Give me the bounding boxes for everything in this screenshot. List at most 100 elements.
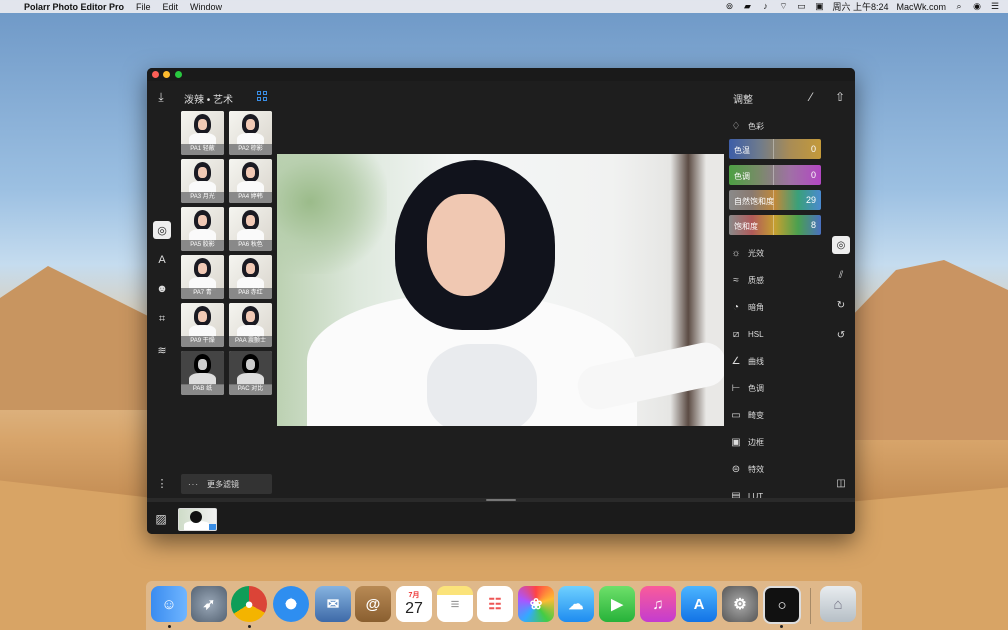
- download-icon[interactable]: ⤓: [153, 89, 169, 105]
- safari-icon[interactable]: ✦: [273, 586, 309, 622]
- spotlight-icon[interactable]: ⌕: [954, 2, 964, 11]
- category-border[interactable]: ▣ 边框: [730, 435, 764, 449]
- filter-label: PAB 纸: [181, 384, 224, 395]
- history-icon[interactable]: ↻: [832, 296, 850, 314]
- photo-canvas[interactable]: [277, 154, 724, 426]
- filter-thumb[interactable]: PA5 胶影: [181, 207, 224, 251]
- close-button[interactable]: [152, 71, 159, 78]
- app-store-icon[interactable]: A: [681, 586, 717, 622]
- menu-window[interactable]: Window: [190, 2, 222, 12]
- filter-thumb[interactable]: PA8 赤红: [229, 255, 272, 299]
- more-filters-label: 更多滤镜: [207, 479, 239, 489]
- compare-icon[interactable]: ◫: [832, 474, 850, 492]
- crop-tool-icon[interactable]: ⌗: [153, 310, 171, 328]
- slider-name: 色温: [734, 146, 750, 155]
- trash-icon[interactable]: ⌂: [820, 586, 856, 622]
- filmstrip-thumbnail[interactable]: [178, 508, 217, 531]
- photos-icon[interactable]: ❀: [518, 586, 554, 622]
- launchpad-icon[interactable]: ➶: [191, 586, 227, 622]
- magic-wand-icon[interactable]: ⁄: [803, 89, 819, 105]
- filter-label: PA6 秋色: [229, 240, 272, 251]
- image-library-icon[interactable]: ▨: [153, 511, 169, 527]
- more-options-icon[interactable]: ⋮: [153, 474, 171, 492]
- menu-site[interactable]: MacWk.com: [897, 2, 947, 12]
- music-icon[interactable]: ♫: [640, 586, 676, 622]
- filter-label: PA8 赤红: [229, 288, 272, 299]
- category-hsl[interactable]: ⧄ HSL: [730, 327, 764, 341]
- category-toning[interactable]: ⊢ 色调: [730, 381, 764, 395]
- reminders-icon[interactable]: ☷: [477, 586, 513, 622]
- sun-icon: ☼: [731, 247, 741, 259]
- minimize-button[interactable]: [163, 71, 170, 78]
- calendar-icon[interactable]: 7月 27: [396, 586, 432, 622]
- adjust-mode-icon[interactable]: ◎: [832, 236, 850, 254]
- app-window: ⤓ 泼辣 • 艺术 调整 ⁄ ⇧ ◎ A ☻ ⌗ ≋ ⋮ PA1 轻蔽 PA2 …: [147, 68, 855, 534]
- filter-label: PA5 胶影: [181, 240, 224, 251]
- filter-thumb[interactable]: PA1 轻蔽: [181, 111, 224, 155]
- slider-name: 饱和度: [734, 222, 758, 231]
- notification-center-icon[interactable]: ☰: [990, 2, 1000, 11]
- color-section[interactable]: ♢ 色彩: [730, 119, 764, 133]
- filter-label: PA9 干燥: [181, 336, 224, 347]
- face-tool-icon[interactable]: ☻: [153, 280, 171, 298]
- messages-icon[interactable]: ☁: [558, 586, 594, 622]
- more-filters-button[interactable]: ··· 更多滤镜: [181, 474, 272, 494]
- input-method-icon[interactable]: ▣: [814, 2, 824, 11]
- notes-icon[interactable]: ≡: [437, 586, 473, 622]
- filter-thumb[interactable]: PA9 干燥: [181, 303, 224, 347]
- fullscreen-button[interactable]: [175, 71, 182, 78]
- export-icon[interactable]: ⇧: [832, 89, 848, 105]
- filter-thumb[interactable]: PA6 秋色: [229, 207, 272, 251]
- notification-icon[interactable]: ♪: [760, 2, 770, 11]
- filter-thumb[interactable]: PAB 纸: [181, 351, 224, 395]
- effects-icon: ⊜: [731, 463, 741, 475]
- app-menu[interactable]: Polarr Photo Editor Pro: [24, 2, 124, 12]
- finder-icon[interactable]: ☺: [151, 586, 187, 622]
- reset-icon[interactable]: ↺: [832, 326, 850, 344]
- system-preferences-icon[interactable]: ⚙: [722, 586, 758, 622]
- category-distortion[interactable]: ▭ 畸变: [730, 408, 764, 422]
- layers-tool-icon[interactable]: ≋: [153, 341, 171, 359]
- filter-thumb[interactable]: PA2 棕影: [229, 111, 272, 155]
- text-tool-icon[interactable]: A: [153, 251, 171, 269]
- selected-badge: [209, 524, 216, 530]
- chat-status-icon[interactable]: ▰: [742, 2, 752, 11]
- grid-view-icon[interactable]: [257, 91, 267, 101]
- filters-tool-icon[interactable]: ◎: [153, 221, 171, 239]
- temperature-slider[interactable]: 色温 0: [729, 139, 821, 159]
- battery-icon[interactable]: ▭: [796, 2, 806, 11]
- menu-edit[interactable]: Edit: [163, 2, 179, 12]
- slider-value: 0: [810, 170, 816, 180]
- filter-thumb[interactable]: PA7 青: [181, 255, 224, 299]
- vibrance-slider[interactable]: 自然饱和度 29: [729, 190, 821, 210]
- category-vignette[interactable]: ◔ 暗角: [730, 300, 764, 314]
- mail-icon[interactable]: ✉: [315, 586, 351, 622]
- slider-value: 29: [805, 195, 816, 205]
- mask-tool-icon[interactable]: ⫽: [832, 266, 850, 284]
- category-effects[interactable]: ⊜ 特效: [730, 462, 764, 476]
- filter-section-title[interactable]: 泼辣 • 艺术: [184, 91, 233, 106]
- chrome-icon[interactable]: ●: [231, 586, 267, 622]
- facetime-icon[interactable]: ▶: [599, 586, 635, 622]
- filter-thumb[interactable]: PA3 月光: [181, 159, 224, 203]
- filter-thumb[interactable]: PAC 对比: [229, 351, 272, 395]
- tint-slider[interactable]: 色调 0: [729, 165, 821, 185]
- filter-thumb[interactable]: PA4 婷韩: [229, 159, 272, 203]
- contacts-icon[interactable]: @: [355, 586, 391, 622]
- status-app-icon[interactable]: ⊚: [724, 2, 734, 11]
- menu-file[interactable]: File: [136, 2, 151, 12]
- category-light[interactable]: ☼ 光效: [730, 246, 764, 260]
- filter-label: PA2 棕影: [229, 144, 272, 155]
- waves-icon: ≈: [733, 274, 739, 286]
- polarr-icon[interactable]: ○: [763, 586, 801, 624]
- category-texture[interactable]: ≈ 质感: [730, 273, 764, 287]
- siri-icon[interactable]: ◉: [972, 2, 982, 11]
- wifi-icon[interactable]: ⌔: [778, 2, 788, 11]
- filter-thumb[interactable]: PAA 震颤士: [229, 303, 272, 347]
- category-curves[interactable]: ∠ 曲线: [730, 354, 764, 368]
- panel-resize-handle[interactable]: [486, 499, 516, 501]
- saturation-slider[interactable]: 饱和度 8: [729, 215, 821, 235]
- vignette-icon: ◔: [732, 301, 740, 313]
- menu-clock[interactable]: 周六 上午8:24: [832, 0, 888, 13]
- title-bar: [147, 68, 855, 81]
